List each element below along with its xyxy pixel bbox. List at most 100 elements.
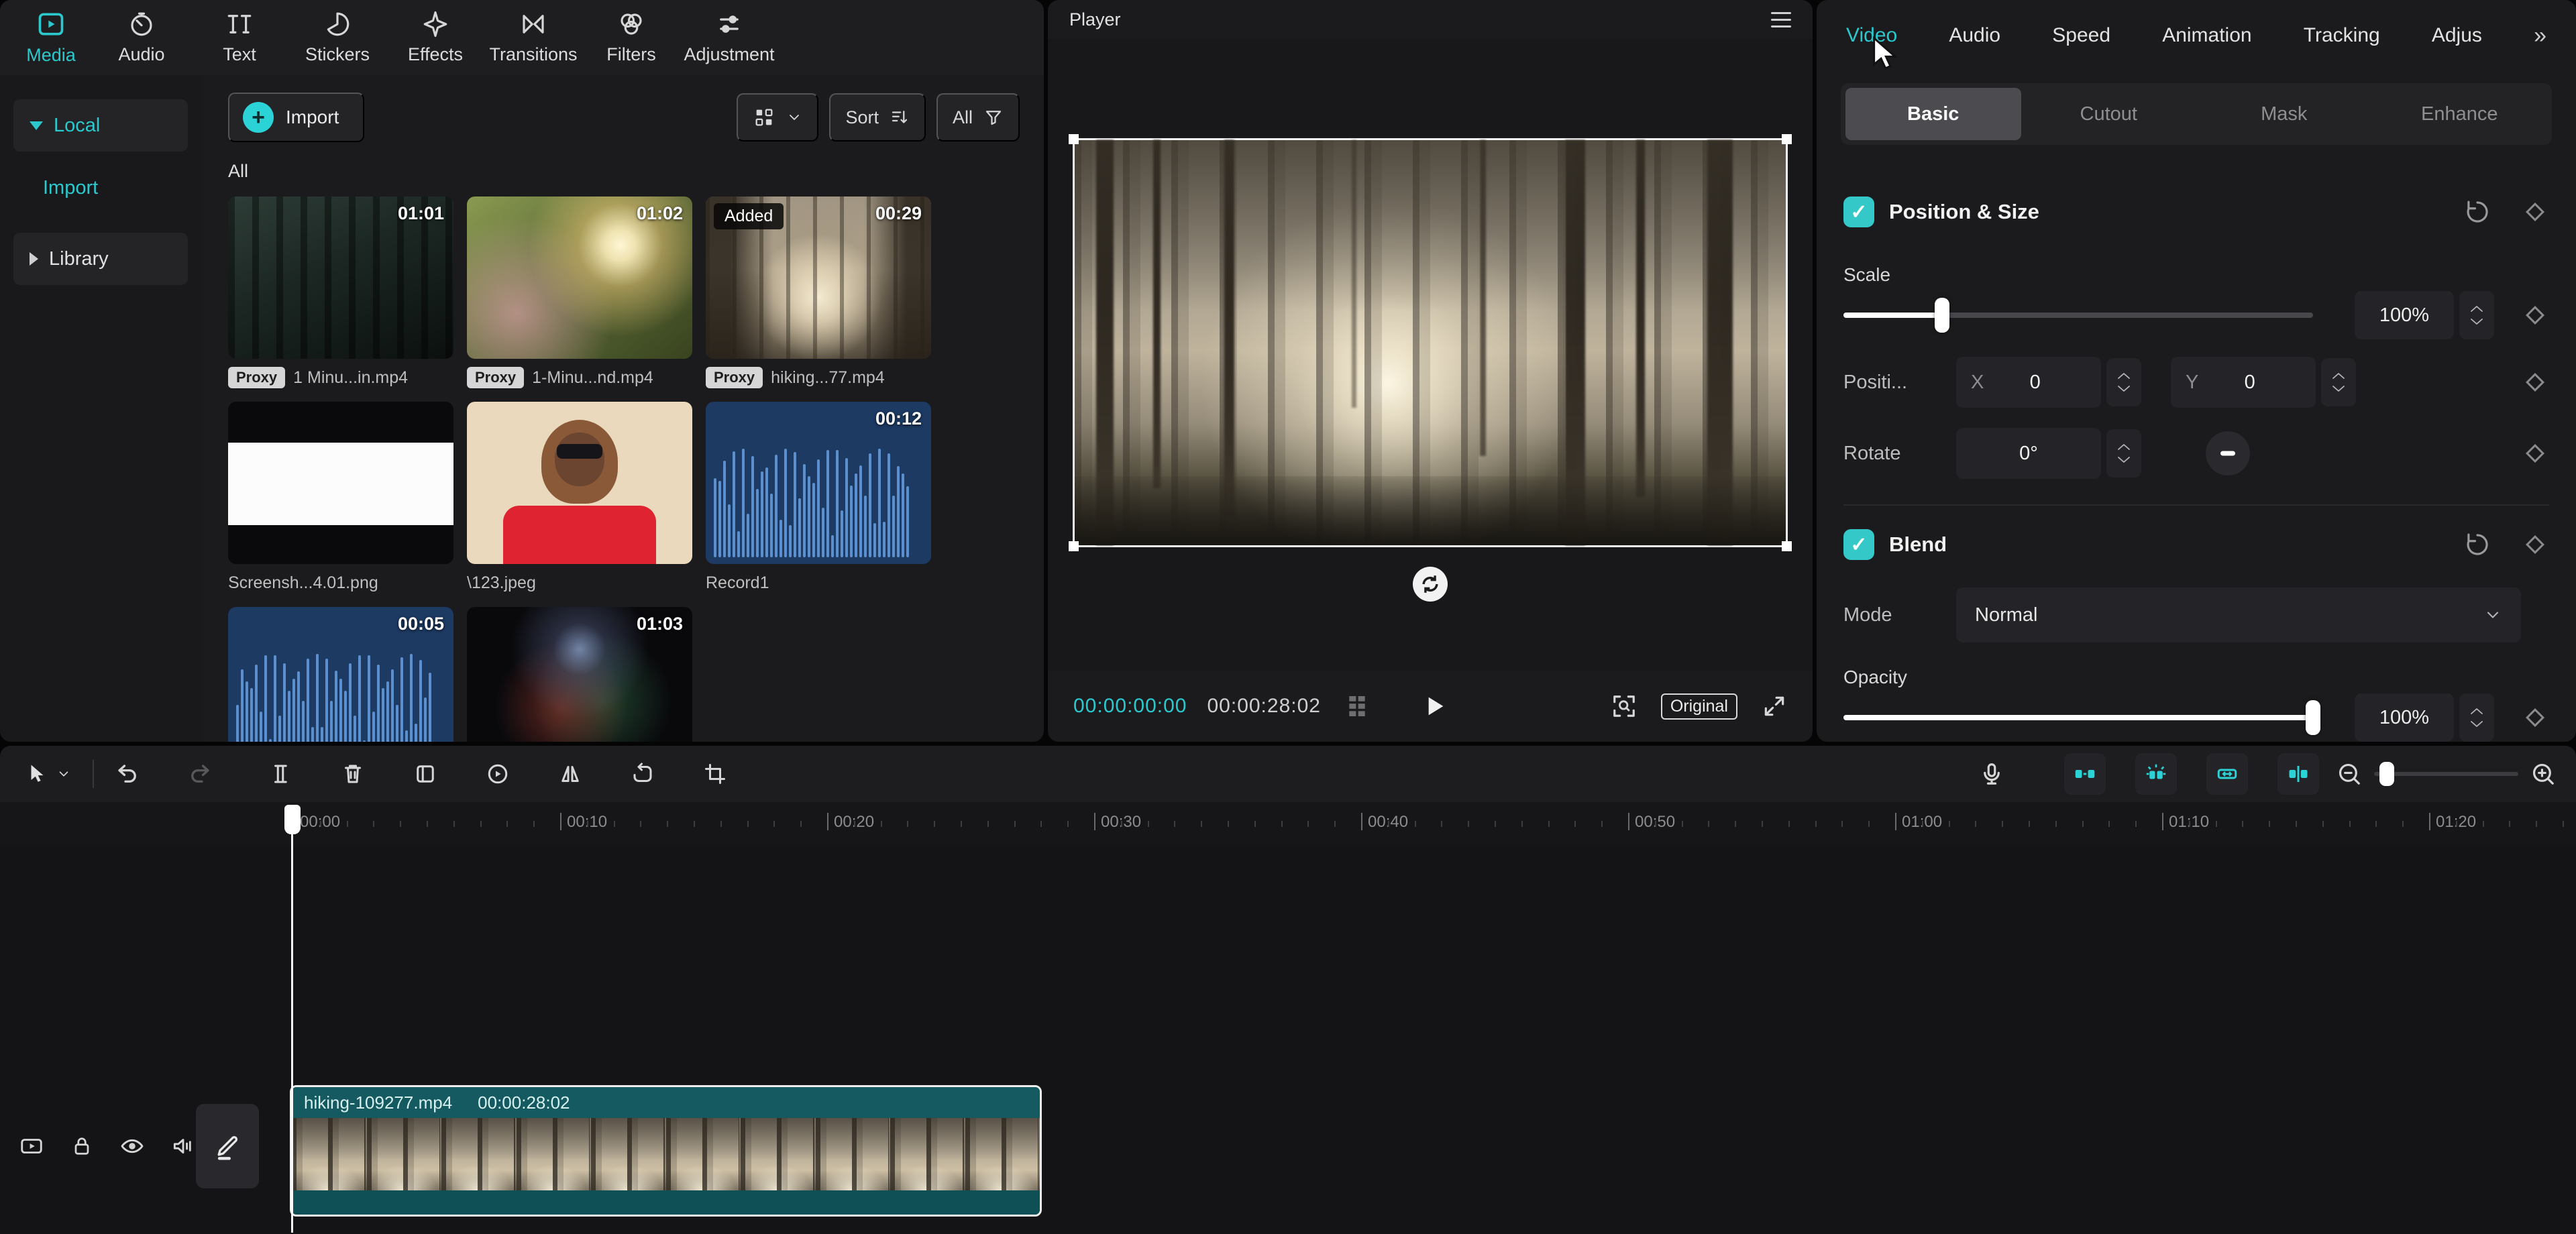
redo-button[interactable] <box>184 758 216 790</box>
play-button[interactable] <box>1421 693 1448 720</box>
timeline-clip[interactable]: hiking-109277.mp4 00:00:28:02 <box>290 1085 1042 1217</box>
crop-button[interactable] <box>699 758 731 790</box>
keyframe-diamond-icon[interactable] <box>2521 301 2549 329</box>
resize-handle[interactable] <box>1782 134 1792 144</box>
video-thumbnail[interactable]: 01:02 <box>467 197 692 359</box>
subtab-mask[interactable]: Mask <box>2196 88 2372 140</box>
linkage-toggle[interactable] <box>2206 753 2248 795</box>
video-track-icon[interactable] <box>19 1133 44 1159</box>
player-menu-icon[interactable] <box>1771 12 1791 27</box>
opacity-value[interactable]: 100% <box>2355 693 2454 742</box>
media-card[interactable]: Screensh...4.01.png <box>228 402 453 595</box>
media-card[interactable]: 00:12 Record1 <box>706 402 931 595</box>
media-card[interactable]: 01:01 Proxy1 Minu...in.mp4 <box>228 197 453 390</box>
media-card[interactable]: 01:02 Proxy1-Minu...nd.mp4 <box>467 197 692 390</box>
keyframe-diamond-icon[interactable] <box>2521 530 2549 559</box>
keyframe-diamond-icon[interactable] <box>2521 439 2549 467</box>
rotate-clip-button[interactable] <box>627 758 659 790</box>
position-size-checkbox[interactable]: ✓ <box>1843 197 1874 227</box>
scale-stepper[interactable] <box>2459 291 2494 339</box>
blend-mode-select[interactable]: Normal <box>1956 587 2521 642</box>
select-tool-dropdown[interactable] <box>52 758 75 790</box>
preview-zoom-icon[interactable] <box>1611 693 1637 719</box>
timeline-zoom-slider[interactable] <box>2374 772 2518 776</box>
split-button[interactable] <box>264 758 297 790</box>
image-thumbnail[interactable] <box>228 402 453 564</box>
media-card[interactable]: 00:05 <box>228 607 453 742</box>
tab-effects[interactable]: Effects <box>386 10 484 65</box>
video-thumbnail[interactable]: 01:01 <box>228 197 453 359</box>
keyframe-diamond-icon[interactable] <box>2521 368 2549 396</box>
tabs-overflow-icon[interactable]: » <box>2534 23 2546 49</box>
image-thumbnail[interactable] <box>467 402 692 564</box>
tab-speed[interactable]: Speed <box>2052 24 2110 47</box>
tab-adjustment[interactable]: Adjustment <box>680 10 778 65</box>
magnetic-snap-toggle[interactable] <box>2064 753 2106 795</box>
view-mode-button[interactable] <box>737 93 818 142</box>
subtab-basic[interactable]: Basic <box>1845 88 2021 140</box>
opacity-stepper[interactable] <box>2459 693 2494 742</box>
voiceover-button[interactable] <box>1976 758 2008 790</box>
sort-button[interactable]: Sort <box>829 93 926 142</box>
sidebar-item-library[interactable]: Library <box>13 233 188 285</box>
timeline-ruler[interactable]: 00:0000:1000:2000:3000:4000:5001:0001:10… <box>0 802 2576 845</box>
resize-handle[interactable] <box>1782 541 1792 551</box>
opacity-slider-handle[interactable] <box>2306 700 2320 735</box>
opacity-slider[interactable] <box>1843 715 2313 720</box>
mirror-button[interactable] <box>554 758 586 790</box>
undo-button[interactable] <box>111 758 144 790</box>
tab-animation[interactable]: Animation <box>2162 24 2251 47</box>
audio-thumbnail[interactable]: 00:12 <box>706 402 931 564</box>
keyframe-diamond-icon[interactable] <box>2521 198 2549 226</box>
rotate-handle[interactable] <box>1413 567 1448 602</box>
frame-view-icon[interactable] <box>1344 693 1371 720</box>
zoom-in-icon[interactable] <box>2530 761 2556 787</box>
hide-track-icon[interactable] <box>119 1133 145 1159</box>
delete-button[interactable] <box>337 758 369 790</box>
scale-value[interactable]: 100% <box>2355 291 2454 339</box>
resize-handle[interactable] <box>1069 541 1079 551</box>
resize-handle[interactable] <box>1069 134 1079 144</box>
reset-icon[interactable] <box>2463 198 2491 226</box>
tab-text[interactable]: Text <box>191 10 288 65</box>
lock-track-icon[interactable] <box>70 1134 94 1158</box>
video-thumbnail[interactable]: Added 00:29 <box>706 197 931 359</box>
media-card[interactable]: 01:03 <box>467 607 692 742</box>
media-card[interactable]: Added 00:29 Proxyhiking...77.mp4 <box>706 197 931 390</box>
zoom-out-icon[interactable] <box>2337 761 2362 787</box>
preview-axis-toggle[interactable] <box>2277 753 2319 795</box>
filter-button[interactable]: All <box>936 93 1020 142</box>
video-thumbnail[interactable]: 01:03 <box>467 607 692 742</box>
original-ratio-button[interactable]: Original <box>1661 693 1737 720</box>
subtab-enhance[interactable]: Enhance <box>2372 88 2548 140</box>
tab-transitions[interactable]: Transitions <box>484 10 582 65</box>
position-y-field[interactable]: Y 0 <box>2171 357 2316 408</box>
tab-audio[interactable]: Audio <box>93 10 191 65</box>
tab-adjustment2[interactable]: Adjus <box>2432 24 2482 47</box>
scale-slider[interactable] <box>1843 313 2313 318</box>
keyframe-diamond-icon[interactable] <box>2521 704 2549 732</box>
tab-filters[interactable]: Filters <box>582 10 680 65</box>
select-tool-button[interactable] <box>20 758 52 790</box>
tab-audio-settings[interactable]: Audio <box>1949 24 2000 47</box>
import-button[interactable]: + Import <box>228 93 364 142</box>
position-x-field[interactable]: X 0 <box>1956 357 2101 408</box>
sidebar-item-import[interactable]: Import <box>43 177 201 199</box>
rotate-field[interactable]: 0° <box>1956 428 2101 479</box>
cover-edit-button[interactable] <box>196 1104 259 1188</box>
mute-track-icon[interactable] <box>170 1133 196 1159</box>
scale-slider-handle[interactable] <box>1935 298 1949 333</box>
rotate-stepper[interactable] <box>2106 429 2141 478</box>
position-x-stepper[interactable] <box>2106 358 2141 406</box>
reset-icon[interactable] <box>2463 530 2491 559</box>
timeline-tracks[interactable]: hiking-109277.mp4 00:00:28:02 <box>0 845 2576 1234</box>
audio-thumbnail[interactable]: 00:05 <box>228 607 453 742</box>
tab-stickers[interactable]: Stickers <box>288 10 386 65</box>
sidebar-item-local[interactable]: Local <box>13 99 188 152</box>
auto-preview-toggle[interactable] <box>2135 753 2177 795</box>
blend-checkbox[interactable]: ✓ <box>1843 529 1874 560</box>
video-preview[interactable] <box>1073 138 1788 547</box>
subtab-cutout[interactable]: Cutout <box>2021 88 2197 140</box>
freeze-button[interactable] <box>409 758 441 790</box>
tab-media[interactable]: Media <box>9 9 93 66</box>
